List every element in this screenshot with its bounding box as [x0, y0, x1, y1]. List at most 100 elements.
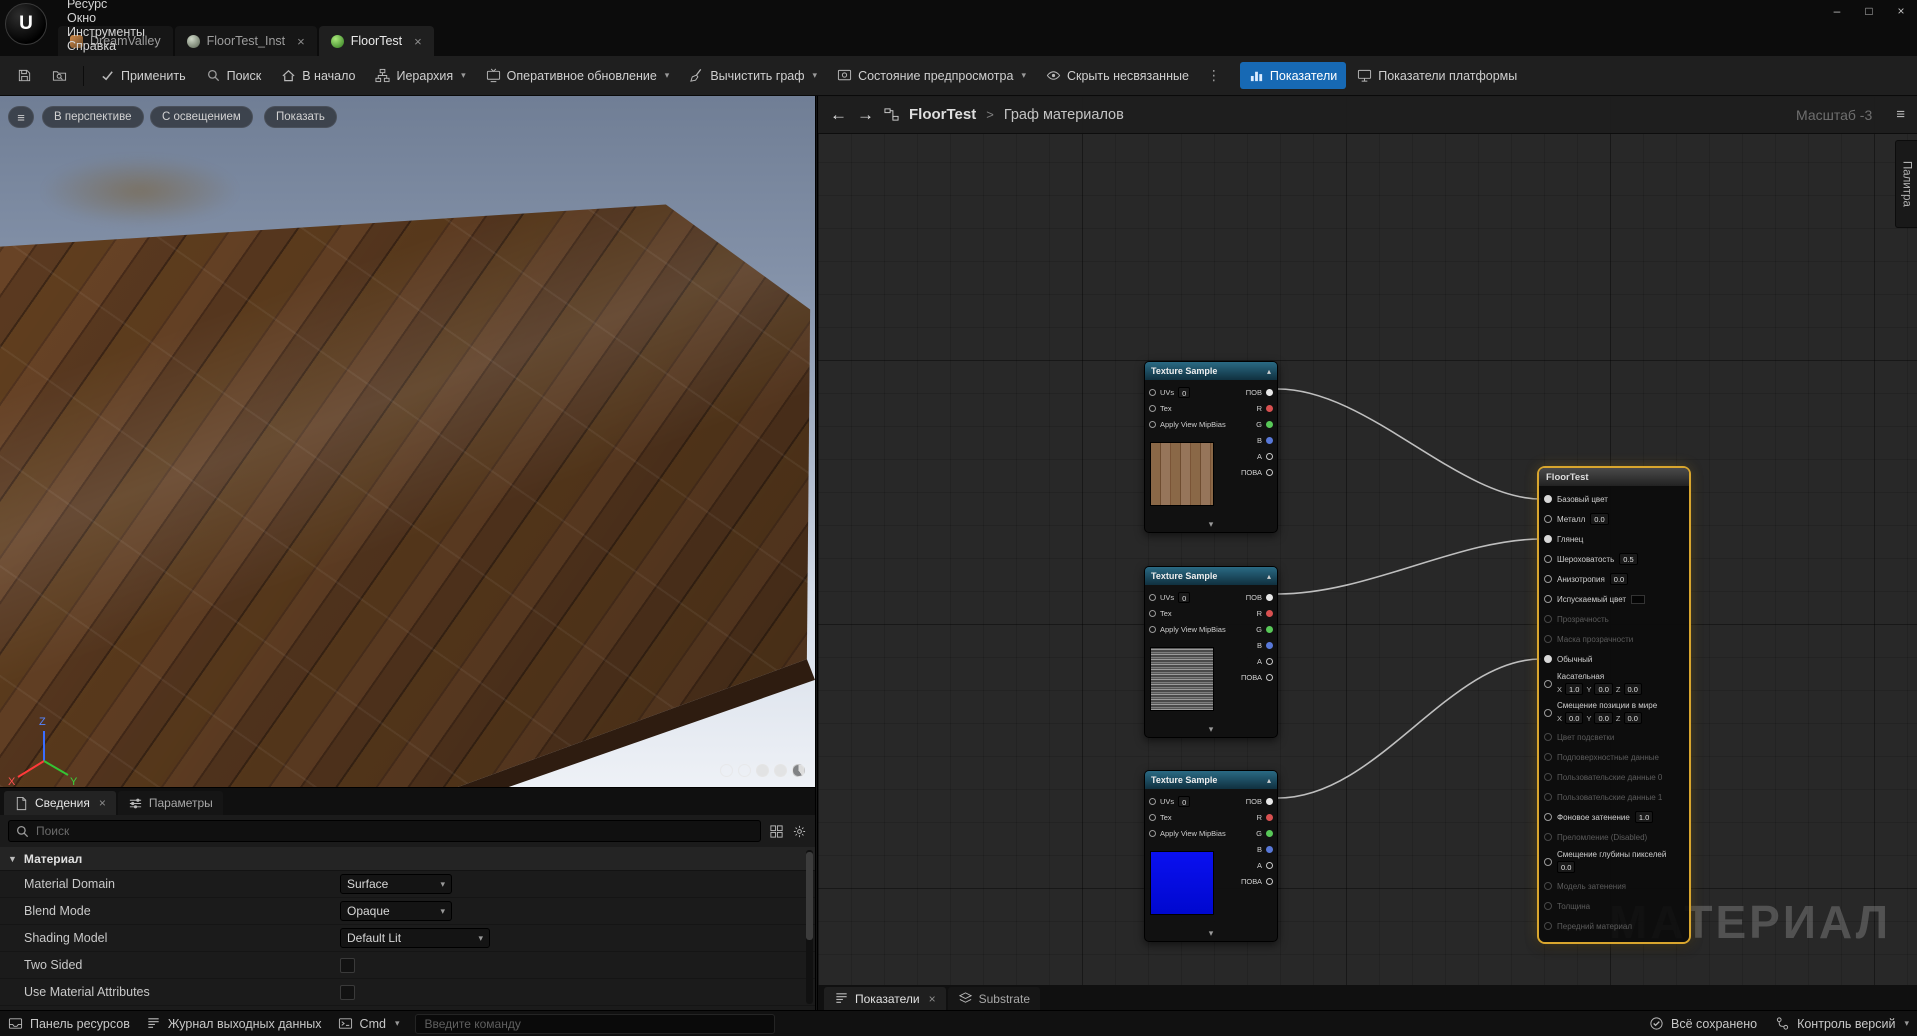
material-result-node[interactable]: FloorTestБазовый цветМеталл0.0ГлянецШеро…: [1539, 468, 1689, 942]
output-pin[interactable]: A: [1241, 857, 1273, 873]
material-pin[interactable]: Анизотропия0.0: [1539, 569, 1689, 589]
pin-value-box[interactable]: 0.0: [1557, 861, 1575, 873]
details-tab-0[interactable]: Сведения×: [4, 791, 116, 815]
material-pin[interactable]: Передний материал: [1539, 916, 1689, 936]
input-pin[interactable]: Tex: [1149, 809, 1226, 825]
forward-arrow-icon[interactable]: →: [857, 105, 874, 125]
shading-model-select[interactable]: Default Lit▾: [340, 928, 490, 948]
input-pin[interactable]: UVs0: [1149, 793, 1226, 809]
toolbar-save-button[interactable]: [8, 62, 41, 89]
graph-menu-icon[interactable]: ≡: [1896, 106, 1905, 123]
output-pin[interactable]: G: [1241, 416, 1273, 432]
material-pin[interactable]: Маска прозрачности: [1539, 629, 1689, 649]
output-pin[interactable]: R: [1241, 809, 1273, 825]
material-pin[interactable]: КасательнаяX1.0Y0.0Z0.0: [1539, 669, 1689, 698]
breadcrumb-root[interactable]: FloorTest: [909, 106, 976, 123]
pin-value-box[interactable]: 0.0: [1594, 683, 1612, 695]
collapse-triangle-icon[interactable]: ▼: [8, 854, 17, 864]
details-scrollbar[interactable]: [806, 850, 813, 1004]
toolbar-stats-button[interactable]: Показатели: [1240, 62, 1346, 89]
output-log-button[interactable]: Журнал выходных данных: [146, 1016, 322, 1031]
toolbar-hierarchy-button[interactable]: Иерархия▾: [366, 62, 474, 89]
close-tab-icon[interactable]: ×: [99, 796, 106, 810]
search-input[interactable]: [36, 824, 754, 838]
input-pin[interactable]: Tex: [1149, 605, 1226, 621]
search-input-box[interactable]: [8, 820, 761, 842]
pin-value-box[interactable]: 0.0: [1590, 513, 1608, 525]
output-pin[interactable]: B: [1241, 432, 1273, 448]
collapse-icon[interactable]: ▴: [1267, 367, 1271, 376]
collapse-icon[interactable]: ▴: [1267, 776, 1271, 785]
toolbar-browse-button[interactable]: [43, 62, 76, 89]
material-pin[interactable]: Обычный: [1539, 649, 1689, 669]
back-arrow-icon[interactable]: ←: [830, 105, 847, 125]
material-pin[interactable]: Испускаемый цвет: [1539, 589, 1689, 609]
close-tab-icon[interactable]: ×: [929, 992, 936, 1006]
material-pin[interactable]: Пользовательские данные 0: [1539, 767, 1689, 787]
input-pin[interactable]: Apply View MipBias: [1149, 621, 1226, 637]
texture-sample-node-1[interactable]: Texture Sample▴UVs0TexApply View MipBias…: [1144, 361, 1278, 533]
menu-item-2[interactable]: Ресурс: [56, 0, 156, 11]
pin-value-box[interactable]: 0: [1178, 387, 1190, 398]
pin-value-box[interactable]: 1.0: [1565, 683, 1583, 695]
material-pin[interactable]: Цвет подсветки: [1539, 727, 1689, 747]
material-pin[interactable]: Смещение позиции в миреX0.0Y0.0Z0.0: [1539, 698, 1689, 727]
pin-value-box[interactable]: 0: [1178, 796, 1190, 807]
input-pin[interactable]: Apply View MipBias: [1149, 825, 1226, 841]
viewport-show-button[interactable]: Показать: [264, 106, 337, 128]
output-pin[interactable]: ПОВА: [1241, 873, 1273, 889]
save-status-button[interactable]: Всё сохранено: [1649, 1016, 1757, 1031]
blend-mode-select[interactable]: Opaque▾: [340, 901, 452, 921]
pin-value-box[interactable]: 0.0: [1594, 712, 1612, 724]
close-button[interactable]: ×: [1885, 0, 1917, 22]
pin-value-box[interactable]: 1.0: [1635, 811, 1653, 823]
input-pin[interactable]: Apply View MipBias: [1149, 416, 1226, 432]
output-pin[interactable]: A: [1241, 448, 1273, 464]
toolbar-apply-button[interactable]: Применить: [91, 62, 195, 89]
source-control-button[interactable]: Контроль версий ▾: [1775, 1016, 1909, 1031]
minimize-button[interactable]: –: [1821, 0, 1853, 22]
node-header[interactable]: Texture Sample▴: [1145, 362, 1277, 380]
output-pin[interactable]: ПОВ: [1241, 384, 1273, 400]
use-material-attributes-checkbox[interactable]: [340, 985, 355, 1000]
material-pin[interactable]: Шероховатость0.5: [1539, 549, 1689, 569]
material-pin[interactable]: Базовый цвет: [1539, 489, 1689, 509]
console-input-box[interactable]: [415, 1014, 775, 1034]
palette-side-tab[interactable]: Палитра: [1895, 140, 1917, 228]
pin-value-box[interactable]: 0.0: [1624, 712, 1642, 724]
graph-canvas[interactable]: МАТЕРИАЛ ← → FloorTest > Граф материалов…: [818, 96, 1917, 985]
menu-item-3[interactable]: Окно: [56, 11, 156, 25]
viewport-menu-icon[interactable]: ≡: [8, 106, 34, 128]
expand-icon[interactable]: ▾: [1145, 927, 1277, 940]
output-pin[interactable]: B: [1241, 841, 1273, 857]
camera-speed-gauge[interactable]: [792, 764, 805, 777]
graph-tab-1[interactable]: Substrate: [948, 987, 1040, 1010]
input-pin[interactable]: UVs0: [1149, 589, 1226, 605]
output-pin[interactable]: ПОВ: [1241, 793, 1273, 809]
viewport-toggle-button[interactable]: [774, 764, 787, 777]
input-pin[interactable]: Tex: [1149, 400, 1226, 416]
node-header[interactable]: FloorTest: [1539, 468, 1689, 486]
material-pin[interactable]: Толщина: [1539, 896, 1689, 916]
material-pin[interactable]: Глянец: [1539, 529, 1689, 549]
kebab-menu-icon[interactable]: ⋮: [1200, 67, 1228, 84]
node-header[interactable]: Texture Sample▴: [1145, 567, 1277, 585]
output-pin[interactable]: B: [1241, 637, 1273, 653]
console-input[interactable]: [424, 1017, 766, 1031]
material-pin[interactable]: Пользовательские данные 1: [1539, 787, 1689, 807]
viewport-toggle-button[interactable]: [720, 764, 733, 777]
pin-value-box[interactable]: 0: [1178, 592, 1190, 603]
toolbar-hide-unrelated-button[interactable]: Скрыть несвязанные: [1037, 62, 1198, 89]
material-pin[interactable]: Смещение глубины пикселей0.0: [1539, 847, 1689, 876]
material-pin[interactable]: Фоновое затенение1.0: [1539, 807, 1689, 827]
asset-tab-1[interactable]: FloorTest_Inst ×: [175, 26, 317, 56]
expand-icon[interactable]: ▾: [1145, 518, 1277, 531]
output-pin[interactable]: ПОВА: [1241, 669, 1273, 685]
pin-value-box[interactable]: 0.0: [1610, 573, 1628, 585]
output-pin[interactable]: ПОВА: [1241, 464, 1273, 480]
expand-icon[interactable]: ▾: [1145, 723, 1277, 736]
output-pin[interactable]: ПОВ: [1241, 589, 1273, 605]
pin-value-box[interactable]: 0.5: [1619, 553, 1637, 565]
material-pin[interactable]: Подповерхностные данные: [1539, 747, 1689, 767]
material-pin[interactable]: Преломление (Disabled): [1539, 827, 1689, 847]
